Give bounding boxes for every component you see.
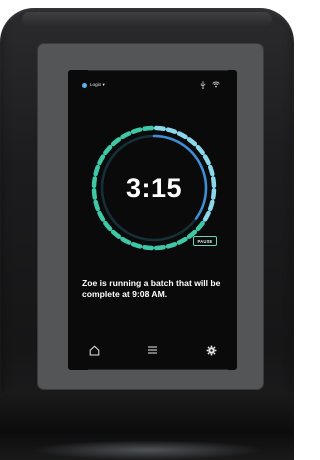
bottom-nav [68, 342, 237, 358]
screen-bottom-divider [88, 369, 228, 370]
pause-button[interactable]: PAUSE [193, 236, 217, 246]
login-dropdown[interactable]: Login ▾ [82, 82, 105, 88]
status-bar: Login ▾ [68, 70, 237, 92]
menu-icon [147, 346, 157, 354]
timer-display: 3:15 [125, 172, 183, 203]
user-status-dot [82, 82, 87, 88]
nav-settings[interactable] [203, 342, 219, 358]
wifi-icon [212, 81, 220, 88]
usb-icon [200, 81, 206, 89]
device-top-highlight [22, 12, 272, 26]
nav-menu[interactable] [144, 342, 160, 358]
device-base-reflection [30, 440, 264, 460]
nav-home[interactable] [86, 342, 102, 358]
touch-screen: Login ▾ 3:15 PAUSE Zoe is running a batc… [68, 70, 237, 370]
batch-status-message: Zoe is running a batch that will be comp… [82, 278, 221, 299]
login-label: Login ▾ [90, 82, 105, 87]
settings-icon [206, 345, 216, 355]
home-icon [89, 345, 99, 355]
